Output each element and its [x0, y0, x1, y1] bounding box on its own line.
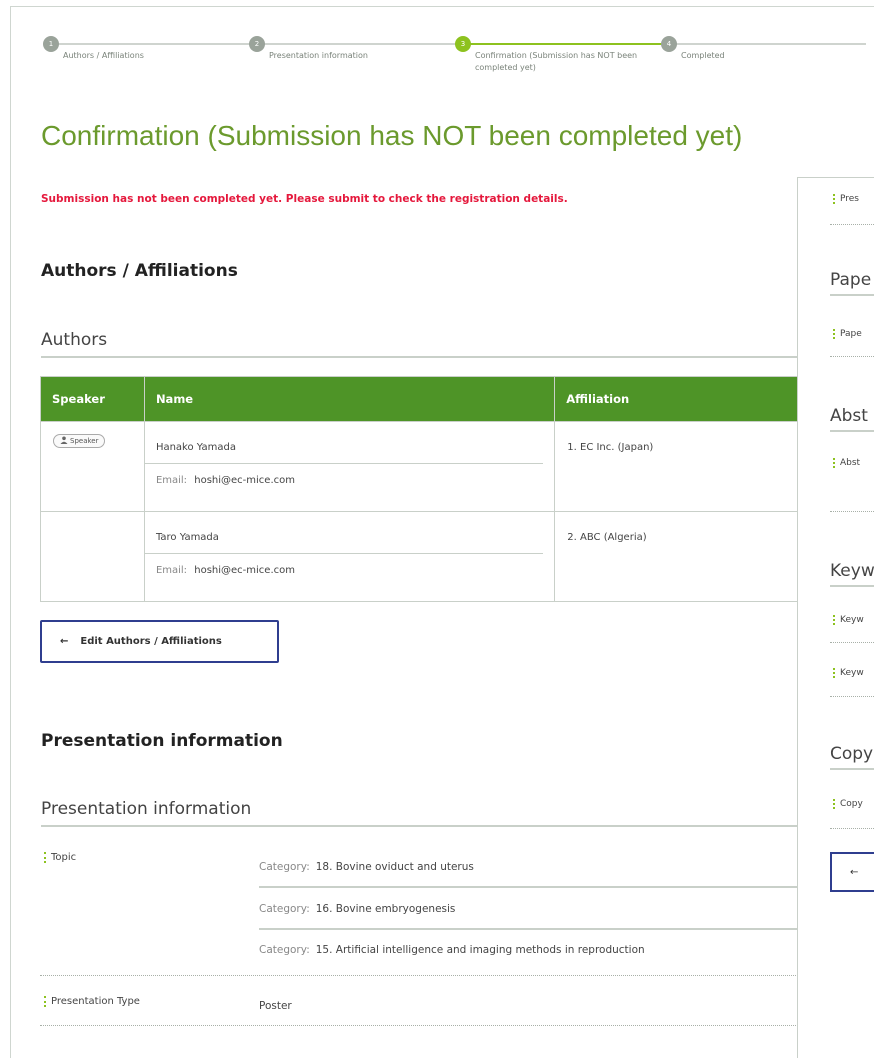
edit-authors-button[interactable]: ← Edit Authors / Affiliations	[40, 620, 279, 663]
person-icon	[60, 436, 68, 446]
author-email-row: Email: hoshi@ec-mice.com	[145, 554, 554, 587]
category-label: Category:	[259, 903, 310, 915]
table-header-row: Speaker Name Affiliation	[40, 376, 798, 422]
presentation-type-value: Poster	[259, 1000, 292, 1012]
rp-divider	[830, 224, 874, 225]
row-divider	[40, 1025, 798, 1026]
rp-abstract-item: Abst	[833, 458, 860, 468]
rp-presentation-item: Pres	[833, 194, 859, 204]
rp-paper-item: Pape	[833, 329, 862, 339]
page-title: Confirmation (Submission has NOT been co…	[41, 120, 743, 151]
rp-divider	[830, 356, 874, 357]
progress-stepper: 1 2 3 4 Authors / Affiliations Presentat…	[0, 0, 874, 90]
step-4-dot: 4	[661, 36, 677, 52]
category-row: Category: 15. Artificial intelligence and…	[259, 944, 799, 956]
email-label: Email:	[155, 565, 188, 576]
arrow-left-icon: ←	[850, 867, 859, 878]
name-column-header: Name	[143, 376, 556, 422]
step-3-label: Confirmation (Submission has NOT been co…	[475, 51, 638, 72]
step-2-label: Presentation information	[269, 51, 368, 60]
author-email: hoshi@ec-mice.com	[194, 565, 295, 576]
table-row: Taro Yamada Email: hoshi@ec-mice.com 2. …	[40, 511, 798, 602]
step-4-label: Completed	[681, 51, 725, 60]
email-label: Email:	[155, 475, 188, 486]
affiliation-column-header: Affiliation	[554, 376, 798, 422]
category-label: Category:	[259, 861, 310, 873]
author-name: Hanako Yamada	[144, 422, 544, 464]
rp-keyword-item: Keyw	[833, 668, 864, 678]
topic-label: Topic	[44, 852, 76, 863]
rp-copyright-heading: Copy	[830, 744, 874, 770]
rp-divider	[830, 642, 874, 643]
rp-copyright-item: Copy	[833, 799, 863, 809]
step-connector-active	[464, 43, 662, 45]
author-name: Taro Yamada	[144, 512, 544, 554]
rp-keyword-item: Keyw	[833, 615, 864, 625]
affiliation-cell: 2. ABC (Algeria)	[554, 511, 798, 602]
speaker-badge-label: Speaker	[70, 437, 99, 445]
table-row: Speaker Hanako Yamada Email: hoshi@ec-mi…	[40, 421, 798, 512]
name-cell: Hanako Yamada Email: hoshi@ec-mice.com	[143, 421, 556, 512]
category-divider	[259, 886, 799, 888]
category-value: 18. Bovine oviduct and uterus	[315, 861, 474, 873]
author-affiliation: 2. ABC (Algeria)	[567, 532, 647, 543]
speaker-column-header: Speaker	[40, 376, 145, 422]
author-affiliation: 1. EC Inc. (Japan)	[567, 442, 654, 453]
authors-subtitle: Authors	[41, 330, 799, 358]
speaker-badge: Speaker	[53, 434, 106, 448]
warning-message: Submission has not been completed yet. P…	[41, 193, 568, 205]
step-connector	[52, 43, 250, 45]
name-cell: Taro Yamada Email: hoshi@ec-mice.com	[143, 511, 556, 602]
presentation-section-title: Presentation information	[41, 731, 283, 751]
presentation-subtitle: Presentation information	[41, 799, 799, 827]
step-3-dot: 3	[455, 36, 471, 52]
category-value: 15. Artificial intelligence and imaging …	[315, 944, 645, 956]
rp-paper-heading: Pape	[830, 270, 874, 296]
authors-table: Speaker Name Affiliation Speaker Hanako …	[40, 376, 798, 602]
step-1-label: Authors / Affiliations	[63, 51, 144, 60]
category-divider	[259, 928, 799, 930]
edit-authors-label: Edit Authors / Affiliations	[80, 636, 222, 647]
presentation-type-label: Presentation Type	[44, 996, 140, 1007]
authors-section-title: Authors / Affiliations	[41, 261, 238, 281]
right-overlay-panel: Pres Pape Pape Abst Abst Keyw Keyw Keyw …	[797, 177, 874, 1058]
author-email: hoshi@ec-mice.com	[194, 475, 295, 486]
step-1-dot: 1	[43, 36, 59, 52]
author-email-row: Email: hoshi@ec-mice.com	[145, 464, 554, 497]
rp-back-button[interactable]: ←	[830, 852, 874, 892]
category-row: Category: 16. Bovine embryogenesis	[259, 903, 799, 915]
rp-divider	[830, 828, 874, 829]
row-divider	[40, 975, 798, 976]
category-row: Category: 18. Bovine oviduct and uterus	[259, 861, 799, 873]
affiliation-cell: 1. EC Inc. (Japan)	[554, 421, 798, 512]
rp-divider	[830, 511, 874, 512]
category-label: Category:	[259, 944, 310, 956]
speaker-cell: Speaker	[40, 421, 145, 512]
speaker-cell	[40, 511, 145, 602]
arrow-left-icon: ←	[60, 636, 69, 647]
step-connector	[670, 43, 866, 45]
step-2-dot: 2	[249, 36, 265, 52]
category-value: 16. Bovine embryogenesis	[315, 903, 456, 915]
step-connector	[258, 43, 456, 45]
rp-abstract-heading: Abst	[830, 406, 874, 432]
rp-keywords-heading: Keyw	[830, 561, 874, 587]
rp-divider	[830, 696, 874, 697]
